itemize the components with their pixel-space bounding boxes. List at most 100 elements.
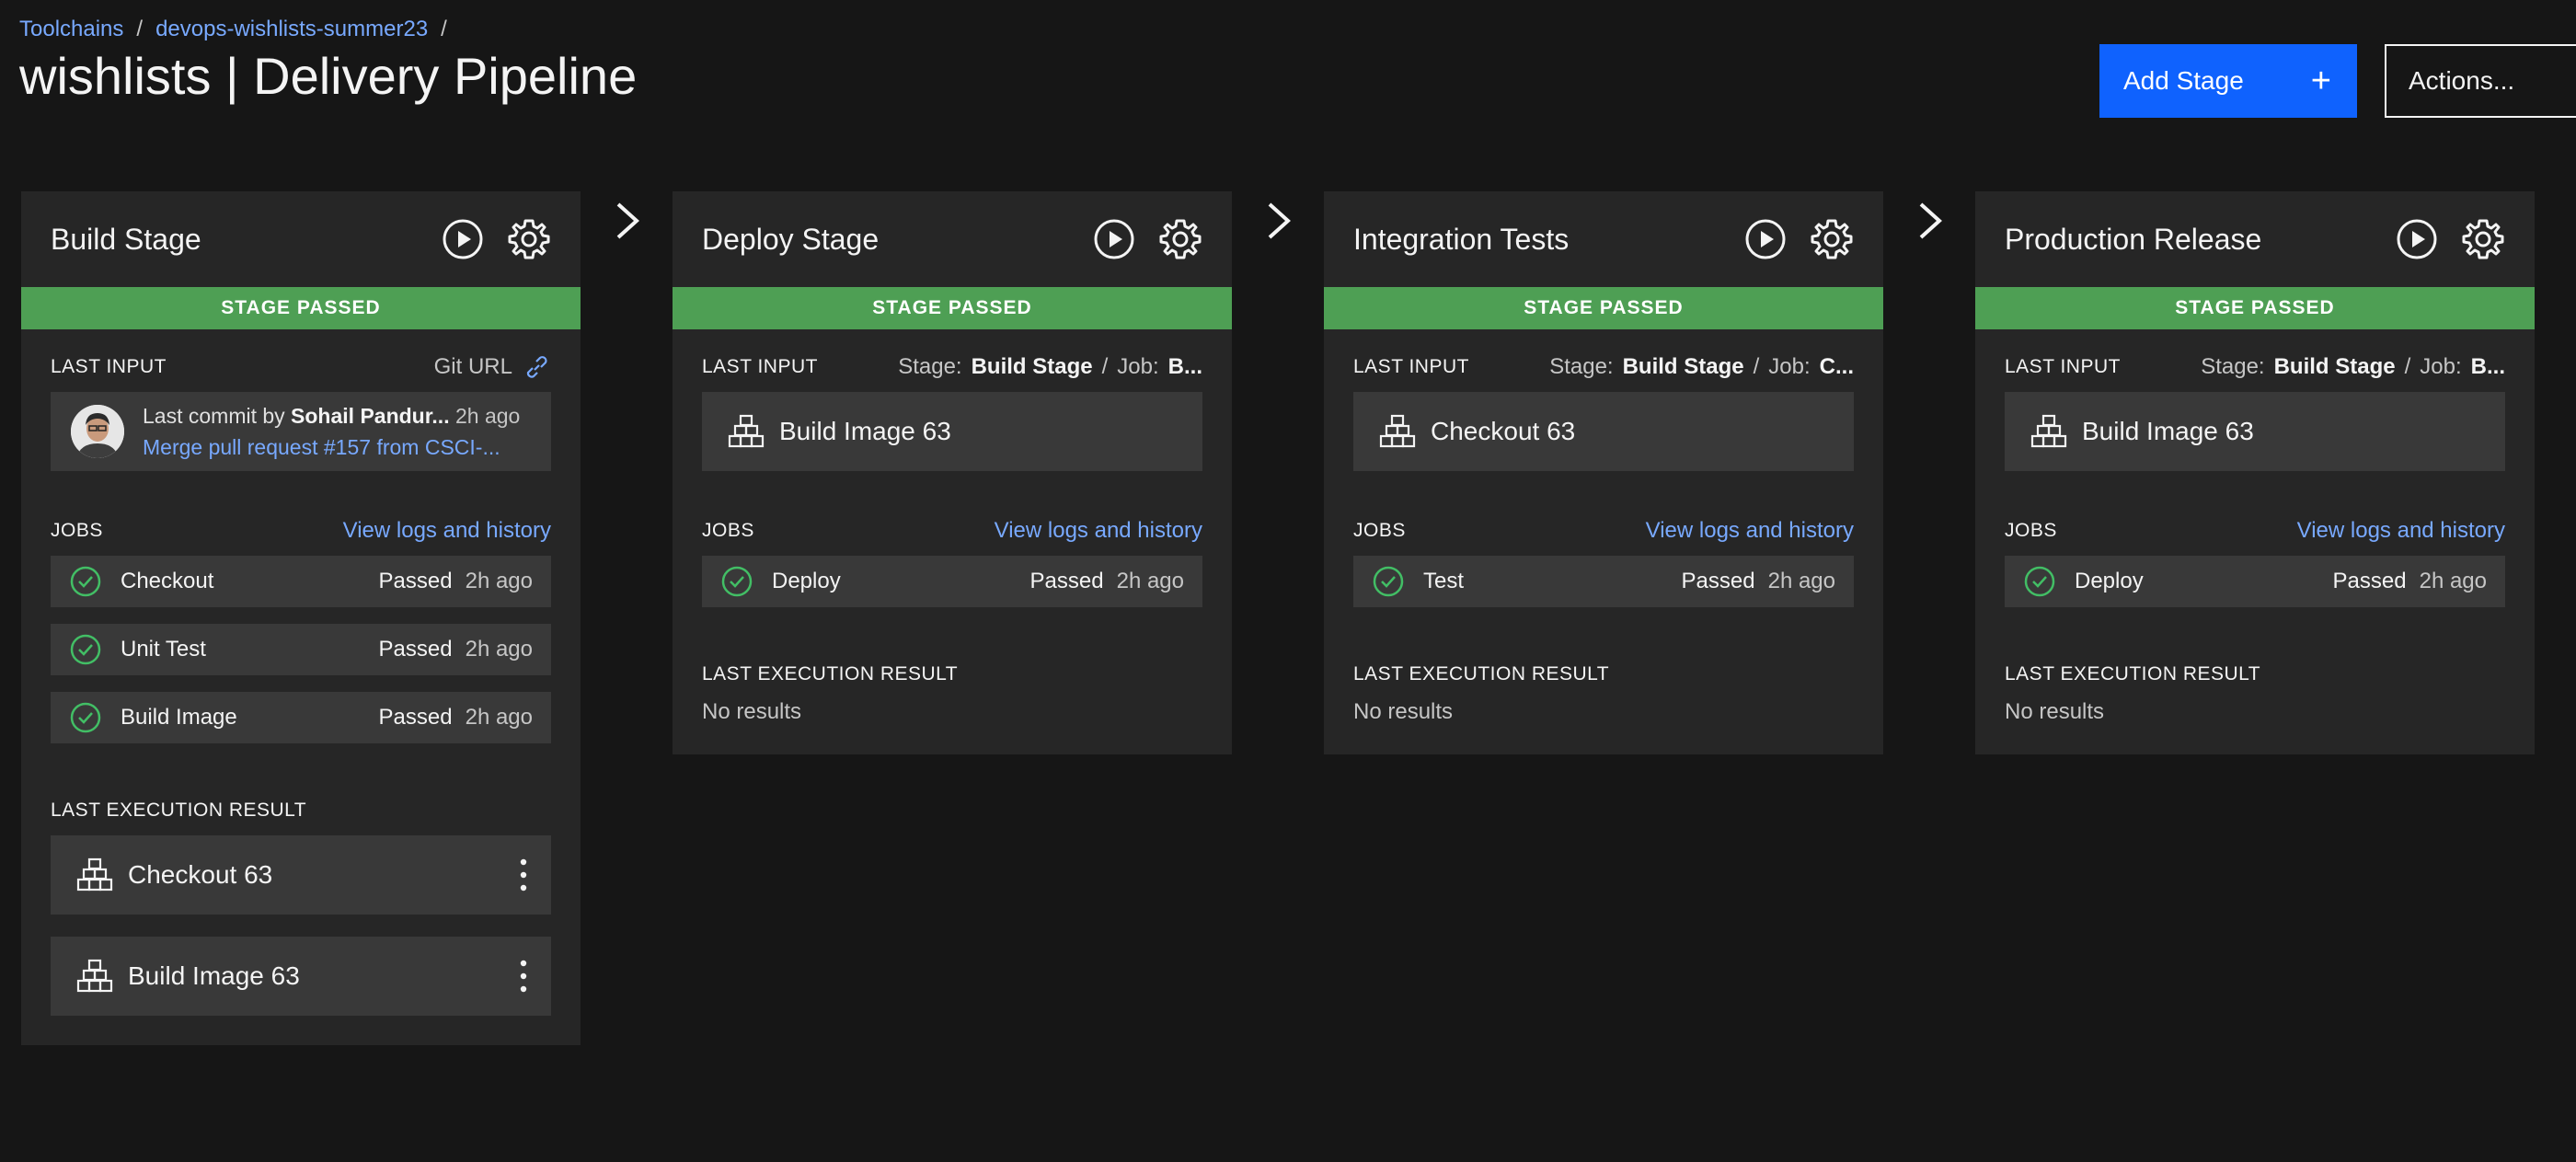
stacked-boxes-icon	[76, 958, 113, 995]
play-circle-icon[interactable]	[1092, 217, 1136, 261]
status-badge: STAGE PASSED	[1975, 287, 2535, 329]
checkmark-circle-icon	[69, 701, 102, 734]
actions-label: Actions...	[2409, 66, 2515, 95]
job-row[interactable]: Test Passed 2h ago	[1353, 556, 1854, 607]
job-time: 2h ago	[465, 569, 533, 593]
job-time: 2h ago	[1767, 569, 1835, 593]
result-label: Checkout 63	[128, 860, 273, 889]
gear-icon[interactable]	[1158, 217, 1202, 261]
jobs-label: JOBS	[51, 520, 103, 541]
input-source: Stage: Build Stage / Job: C...	[1549, 354, 1854, 379]
stacked-boxes-icon	[2030, 413, 2067, 450]
input-tile-label: Build Image 63	[2082, 417, 2254, 445]
job-status: Passed	[378, 569, 453, 593]
input-tile[interactable]: Build Image 63	[2005, 392, 2505, 471]
view-logs-link[interactable]: View logs and history	[2297, 518, 2505, 544]
last-execution-result-label: LAST EXECUTION RESULT	[2005, 663, 2261, 685]
job-row[interactable]: Deploy Passed 2h ago	[2005, 556, 2505, 607]
job-time: 2h ago	[1116, 569, 1184, 593]
last-execution-result-label: LAST EXECUTION RESULT	[51, 800, 307, 821]
stacked-boxes-icon	[728, 413, 765, 450]
plus-icon: +	[2310, 62, 2331, 100]
status-badge: STAGE PASSED	[21, 287, 581, 329]
jobs-label: JOBS	[2005, 520, 2057, 541]
stage-name: Deploy Stage	[702, 222, 880, 256]
breadcrumb-separator: /	[441, 17, 447, 41]
job-row[interactable]: Checkout Passed 2h ago	[51, 556, 551, 607]
play-circle-icon[interactable]	[2395, 217, 2439, 261]
checkmark-circle-icon	[2023, 565, 2056, 598]
add-stage-button[interactable]: Add Stage +	[2099, 44, 2357, 118]
job-status: Passed	[1029, 569, 1104, 593]
last-execution-result-label: LAST EXECUTION RESULT	[1353, 663, 1610, 685]
overflow-menu-icon[interactable]	[512, 853, 535, 897]
commit-author: Sohail Pandur...	[291, 404, 450, 428]
job-name: Deploy	[772, 569, 841, 593]
stage-card-production-release: Production Release STAGE PASSED LAST INP…	[1975, 191, 2535, 754]
chevron-right-icon	[609, 199, 646, 243]
link-icon	[526, 356, 547, 378]
stage-card-build: Build Stage STAGE PASSED LAST INPUT Git …	[21, 191, 581, 1045]
job-status: Passed	[2332, 569, 2407, 593]
git-url-link[interactable]: Git URL	[434, 354, 551, 380]
last-execution-result-label: LAST EXECUTION RESULT	[702, 663, 959, 685]
stage-name: Build Stage	[51, 222, 201, 256]
commit-summary: Last commit by Sohail Pandur... 2h ago	[143, 404, 521, 428]
checkmark-circle-icon	[69, 565, 102, 598]
last-input-label: LAST INPUT	[1353, 356, 1469, 377]
input-tile-label: Checkout 63	[1431, 417, 1576, 445]
last-input-label: LAST INPUT	[702, 356, 818, 377]
checkmark-circle-icon	[69, 633, 102, 666]
last-input-label: LAST INPUT	[51, 356, 167, 377]
actions-button[interactable]: Actions...	[2385, 44, 2576, 118]
job-name: Checkout	[121, 569, 214, 593]
breadcrumb: Toolchains / devops-wishlists-summer23 /	[19, 17, 447, 42]
job-row[interactable]: Unit Test Passed 2h ago	[51, 624, 551, 675]
jobs-section: JOBS View logs and history Checkout Pass…	[51, 517, 551, 743]
commit-message-link[interactable]: Merge pull request #157 from CSCI-...	[143, 431, 520, 463]
play-circle-icon[interactable]	[441, 217, 485, 261]
job-status: Passed	[1681, 569, 1755, 593]
breadcrumb-toolchain[interactable]: devops-wishlists-summer23	[155, 17, 428, 42]
status-badge: STAGE PASSED	[673, 287, 1232, 329]
stacked-boxes-icon	[76, 857, 113, 893]
result-tile[interactable]: Build Image 63	[51, 937, 551, 1016]
input-source: Stage: Build Stage / Job: B...	[898, 354, 1202, 379]
input-tile[interactable]: Build Image 63	[702, 392, 1202, 471]
view-logs-link[interactable]: View logs and history	[343, 518, 551, 544]
stage-card-integration-tests: Integration Tests STAGE PASSED LAST INPU…	[1324, 191, 1883, 754]
jobs-section: JOBS View logs and history Deploy Passed…	[2005, 517, 2505, 607]
jobs-label: JOBS	[1353, 520, 1406, 541]
job-row[interactable]: Deploy Passed 2h ago	[702, 556, 1202, 607]
input-tile-label: Build Image 63	[779, 417, 951, 445]
job-row[interactable]: Build Image Passed 2h ago	[51, 692, 551, 743]
gear-icon[interactable]	[507, 217, 551, 261]
input-source: Stage: Build Stage / Job: B...	[2201, 354, 2505, 379]
job-time: 2h ago	[2419, 569, 2487, 593]
result-tile[interactable]: Checkout 63	[51, 835, 551, 915]
add-stage-label: Add Stage	[2123, 66, 2244, 95]
stage-header: Deploy Stage	[673, 191, 1232, 287]
jobs-section: JOBS View logs and history Deploy Passed…	[702, 517, 1202, 607]
commit-time: 2h ago	[454, 404, 521, 428]
user-avatar	[71, 405, 124, 458]
breadcrumb-toolchains[interactable]: Toolchains	[19, 17, 123, 42]
job-name: Unit Test	[121, 637, 206, 662]
job-name: Test	[1423, 569, 1465, 593]
chevron-right-icon	[1260, 199, 1297, 243]
view-logs-link[interactable]: View logs and history	[995, 518, 1202, 544]
gear-icon[interactable]	[2461, 217, 2505, 261]
status-badge: STAGE PASSED	[1324, 287, 1883, 329]
result-label: Build Image 63	[128, 961, 300, 990]
checkmark-circle-icon	[720, 565, 753, 598]
commit-tile[interactable]: Last commit by Sohail Pandur... 2h ago M…	[51, 392, 551, 471]
overflow-menu-icon[interactable]	[512, 954, 535, 998]
page-title: wishlists | Delivery Pipeline	[19, 47, 638, 105]
git-url-label: Git URL	[433, 354, 512, 379]
play-circle-icon[interactable]	[1743, 217, 1788, 261]
breadcrumb-separator: /	[136, 17, 144, 41]
input-tile[interactable]: Checkout 63	[1353, 392, 1854, 471]
view-logs-link[interactable]: View logs and history	[1646, 518, 1854, 544]
gear-icon[interactable]	[1810, 217, 1854, 261]
no-results-text: No results	[702, 699, 802, 724]
